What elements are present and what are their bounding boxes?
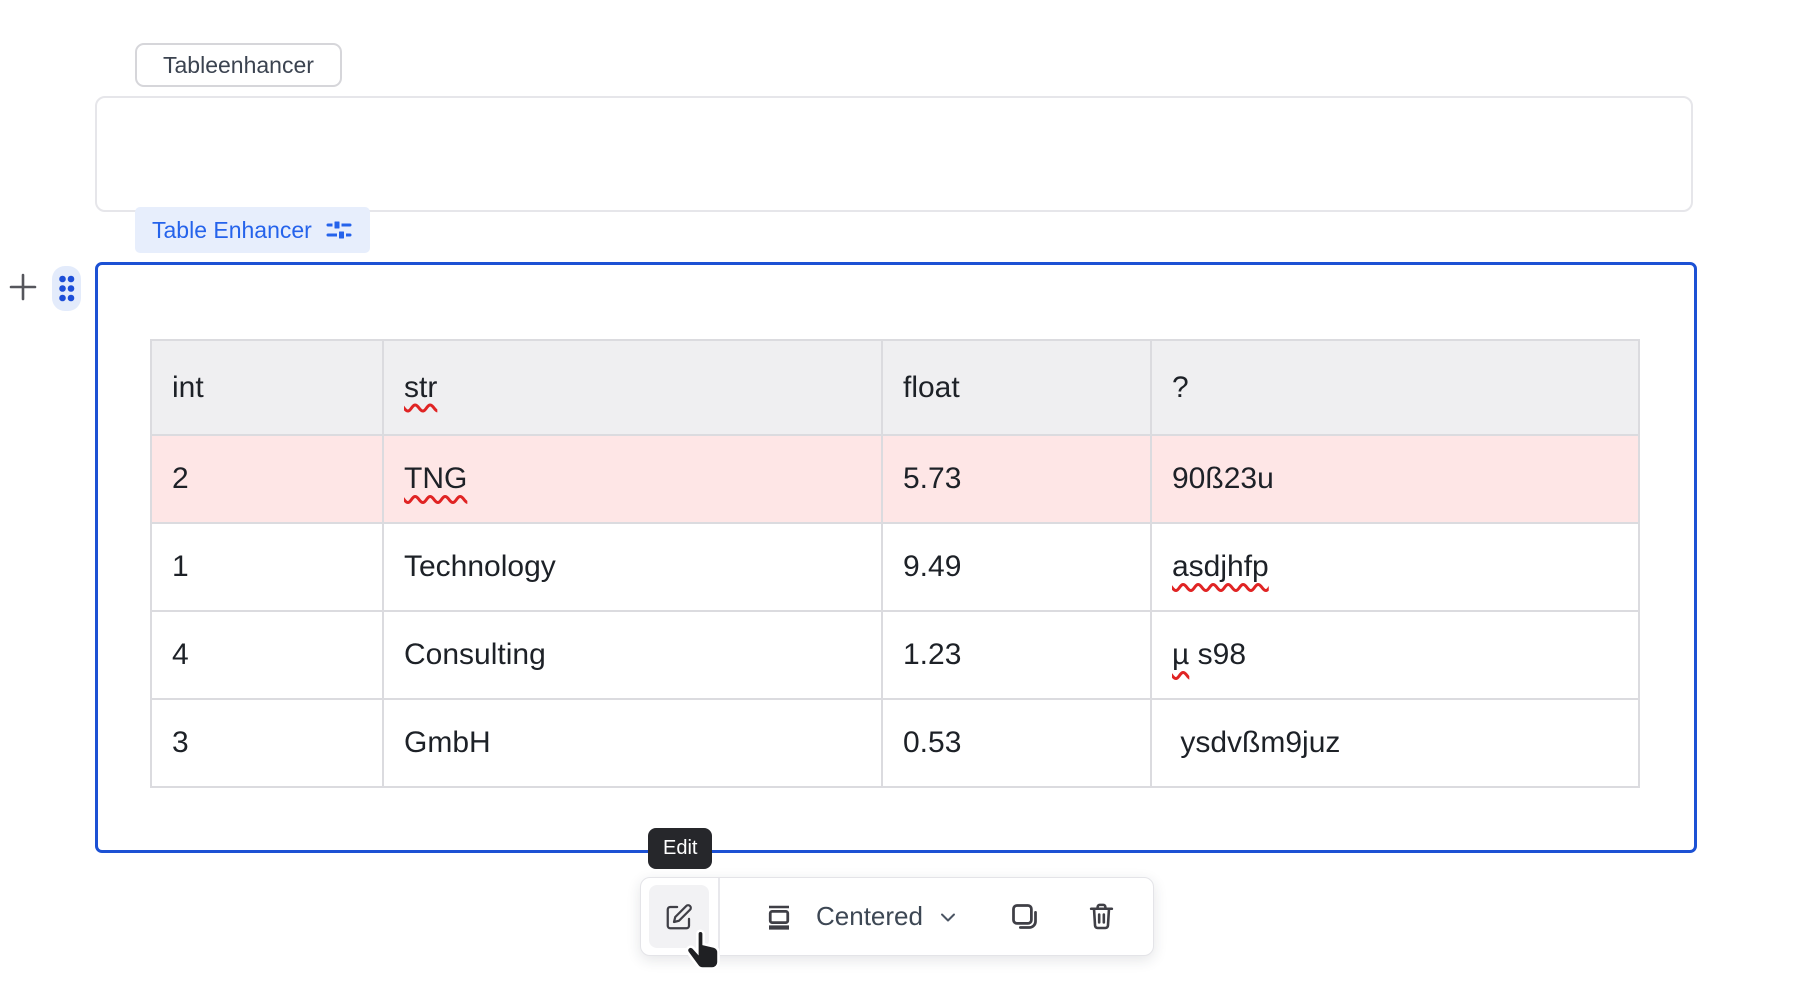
cell: ysdvßm9juz: [1151, 699, 1639, 787]
table-row: 3 GmbH 0.53 ysdvßm9juz: [151, 699, 1639, 787]
cell: µ s98: [1151, 611, 1639, 699]
cell: 2: [151, 435, 383, 523]
cell: TNG: [383, 435, 882, 523]
plus-icon: [6, 291, 40, 308]
pointer-cursor-icon: [684, 927, 726, 980]
cell: Technology: [383, 523, 882, 611]
cell: 0.53: [882, 699, 1151, 787]
cell: 90ß23u: [1151, 435, 1639, 523]
delete-button[interactable]: [1086, 901, 1117, 932]
table-enhancer-badge[interactable]: Table Enhancer: [135, 207, 370, 253]
edit-tooltip-label: Edit: [663, 837, 697, 860]
add-block-button[interactable]: [6, 270, 40, 304]
cell: asdjhfp: [1151, 523, 1639, 611]
cell: 9.49: [882, 523, 1151, 611]
chevron-down-icon: [936, 905, 960, 929]
data-table: int str float ? 2 TNG 5.73 90ß23u 1 Tech…: [150, 339, 1640, 788]
edit-tooltip: Edit: [648, 828, 712, 869]
alignment-dropdown[interactable]: Centered: [764, 901, 960, 932]
alignment-label: Centered: [816, 901, 923, 932]
cell: GmbH: [383, 699, 882, 787]
column-header-str: str: [383, 340, 882, 435]
table-row: 2 TNG 5.73 90ß23u: [151, 435, 1639, 523]
cell: Consulting: [383, 611, 882, 699]
cell: 1: [151, 523, 383, 611]
tableenhancer-chip[interactable]: Tableenhancer: [135, 43, 342, 87]
duplicate-button[interactable]: [1008, 900, 1041, 933]
drag-handle[interactable]: [52, 266, 81, 311]
cell: 5.73: [882, 435, 1151, 523]
table-enhancer-badge-label: Table Enhancer: [152, 217, 312, 244]
table-row: 4 Consulting 1.23 µ s98: [151, 611, 1639, 699]
cell: 3: [151, 699, 383, 787]
sliders-icon: [325, 216, 353, 244]
table-header-row: int str float ?: [151, 340, 1639, 435]
column-header-question: ?: [1151, 340, 1639, 435]
column-header-int: int: [151, 340, 383, 435]
drag-handle-icon: [56, 273, 77, 304]
trash-icon: [1086, 901, 1117, 932]
cell: 1.23: [882, 611, 1151, 699]
column-header-float: float: [882, 340, 1151, 435]
enhanced-table: int str float ? 2 TNG 5.73 90ß23u 1 Tech…: [150, 339, 1640, 788]
table-row: 1 Technology 9.49 asdjhfp: [151, 523, 1639, 611]
tableenhancer-chip-label: Tableenhancer: [163, 52, 314, 79]
cell: 4: [151, 611, 383, 699]
editor-canvas: { "chip": { "label": "Tableenhancer" }, …: [0, 0, 1795, 996]
empty-paragraph-box[interactable]: [95, 96, 1693, 212]
block-centered-icon: [764, 902, 794, 932]
duplicate-icon: [1008, 900, 1041, 933]
